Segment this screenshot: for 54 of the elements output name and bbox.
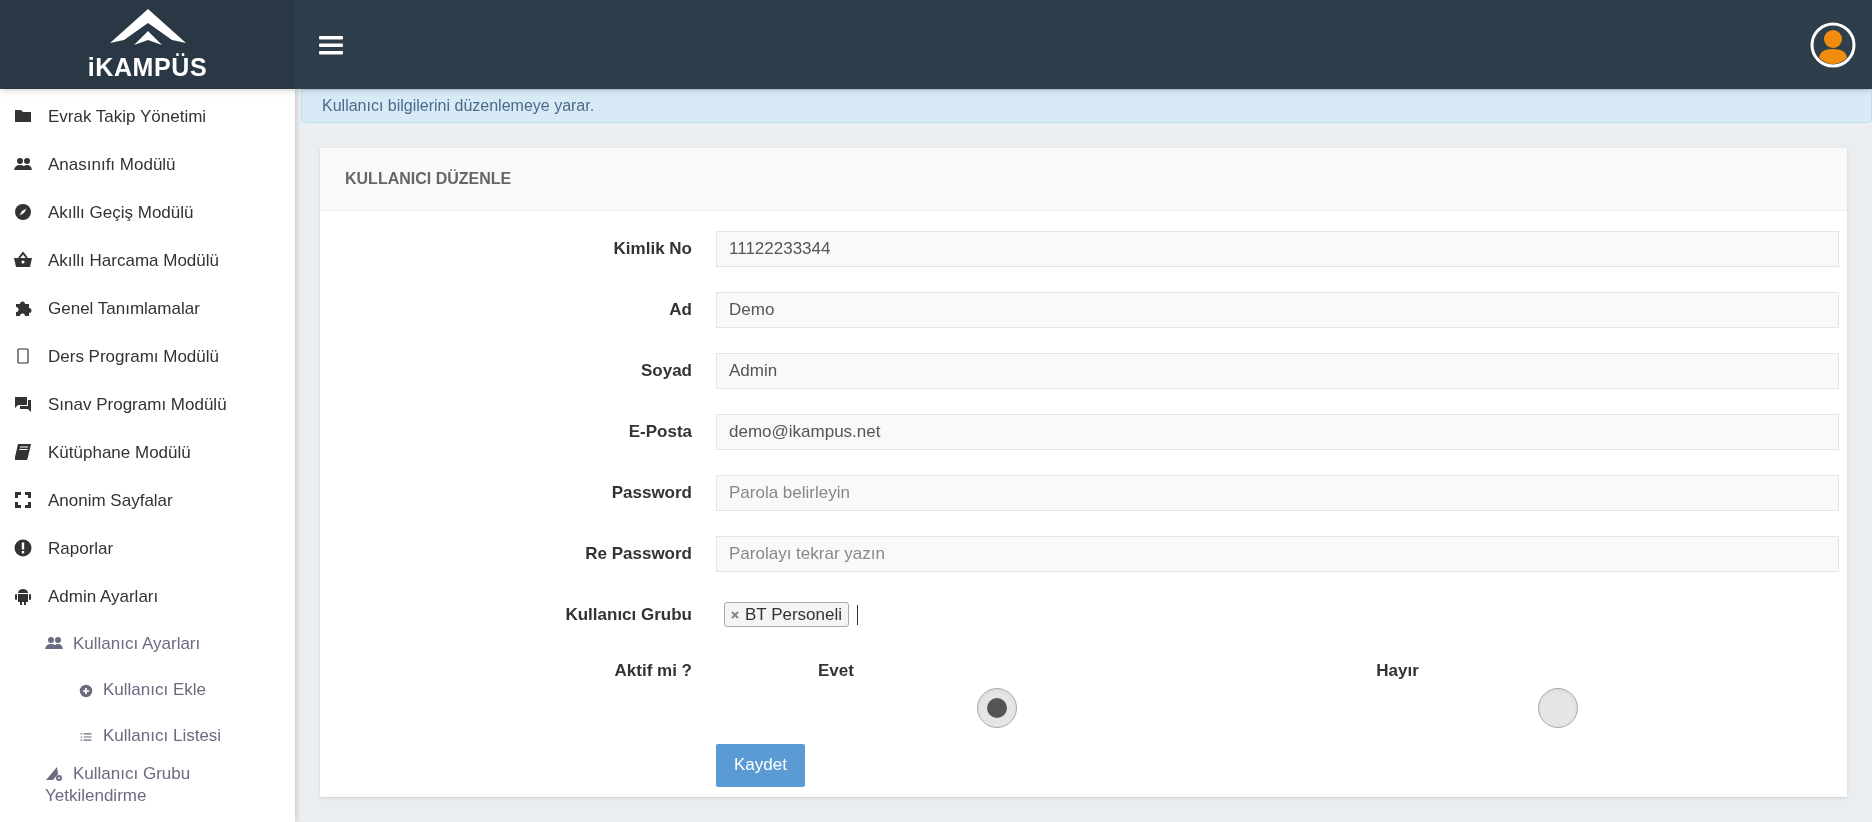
robot-icon xyxy=(14,587,32,605)
info-text: Kullanıcı bilgilerini düzenlemeye yarar. xyxy=(322,96,595,116)
field-label: Re Password xyxy=(584,542,693,565)
puzzle-icon xyxy=(14,299,32,317)
sidebar-item[interactable]: Genel Tanımlamalar xyxy=(0,285,295,333)
input-field[interactable]: Parolayı tekrar yazın xyxy=(716,535,1839,572)
sidebar-item[interactable]: Akıllı Geçiş Modülü xyxy=(0,189,295,237)
input-field[interactable]: Demo xyxy=(716,291,1839,328)
remove-icon[interactable] xyxy=(731,610,739,619)
input-field[interactable]: demo@ikampus.net xyxy=(716,413,1839,450)
sidebar-item[interactable]: Evrak Takip Yönetimi xyxy=(0,93,295,141)
sidebar-item[interactable]: Raporlar xyxy=(0,525,295,573)
sidebar-item[interactable]: Admin Ayarları xyxy=(0,573,295,621)
field-label: Kimlik No xyxy=(612,237,693,260)
text-cursor xyxy=(857,604,858,625)
basket-icon xyxy=(14,251,32,269)
list-icon xyxy=(79,730,93,744)
sidebar-item[interactable]: Sınav Programı Modülü xyxy=(0,381,295,429)
field-label: Password xyxy=(610,481,693,504)
sidebar-item[interactable]: Kullanıcı Ayarları xyxy=(0,621,295,667)
alert-icon xyxy=(14,539,32,557)
input-field[interactable]: Parola belirleyin xyxy=(716,474,1839,511)
field-label: Aktif mi ? xyxy=(613,660,693,682)
sidebar-item[interactable]: Akıllı Harcama Modülü xyxy=(0,237,295,285)
field-label: E-Posta xyxy=(627,420,693,443)
sidebar-item[interactable]: Kütüphane Modülü xyxy=(0,429,295,477)
compass-icon xyxy=(14,203,32,221)
folder-icon xyxy=(14,107,32,125)
tablet-icon xyxy=(14,347,32,365)
expand-icon xyxy=(14,491,32,509)
field-label: Soyad xyxy=(639,359,693,382)
sidebar-item[interactable]: Kullanıcı Listesi xyxy=(0,713,295,759)
people-icon xyxy=(14,155,32,173)
tag-chip[interactable]: BT Personeli xyxy=(724,602,849,627)
sidebar-item[interactable]: Anonim Sayfalar xyxy=(0,477,295,525)
sidebar-item[interactable]: Ders Programı Modülü xyxy=(0,333,295,381)
add-icon xyxy=(79,684,93,698)
sidebar-item[interactable]: Anasınıfı Modülü xyxy=(0,141,295,189)
sidebar-item[interactable]: Kullanıcı Grubu Yetkilendirme xyxy=(0,759,295,807)
radio-label: Hayır xyxy=(1375,660,1420,682)
field-label: Ad xyxy=(668,298,693,321)
sidebar-item[interactable]: Kullanıcı Ekle xyxy=(0,667,295,713)
avatar-icon[interactable] xyxy=(1810,21,1856,68)
menu-icon[interactable] xyxy=(319,34,343,55)
card-title: KULLANICI DÜZENLE xyxy=(345,168,512,189)
logo-text: iKAMPÜS xyxy=(87,55,208,80)
input-field[interactable]: 11122233344 xyxy=(716,230,1839,267)
input-field[interactable]: Admin xyxy=(716,352,1839,389)
tag-input-field[interactable]: BT Personeli xyxy=(716,596,1839,633)
people-icon xyxy=(45,634,63,652)
field-label: Kullanıcı Grubu xyxy=(564,603,693,626)
radio-label: Evet xyxy=(817,660,855,682)
book-icon xyxy=(14,443,32,461)
chat-icon xyxy=(14,395,32,413)
